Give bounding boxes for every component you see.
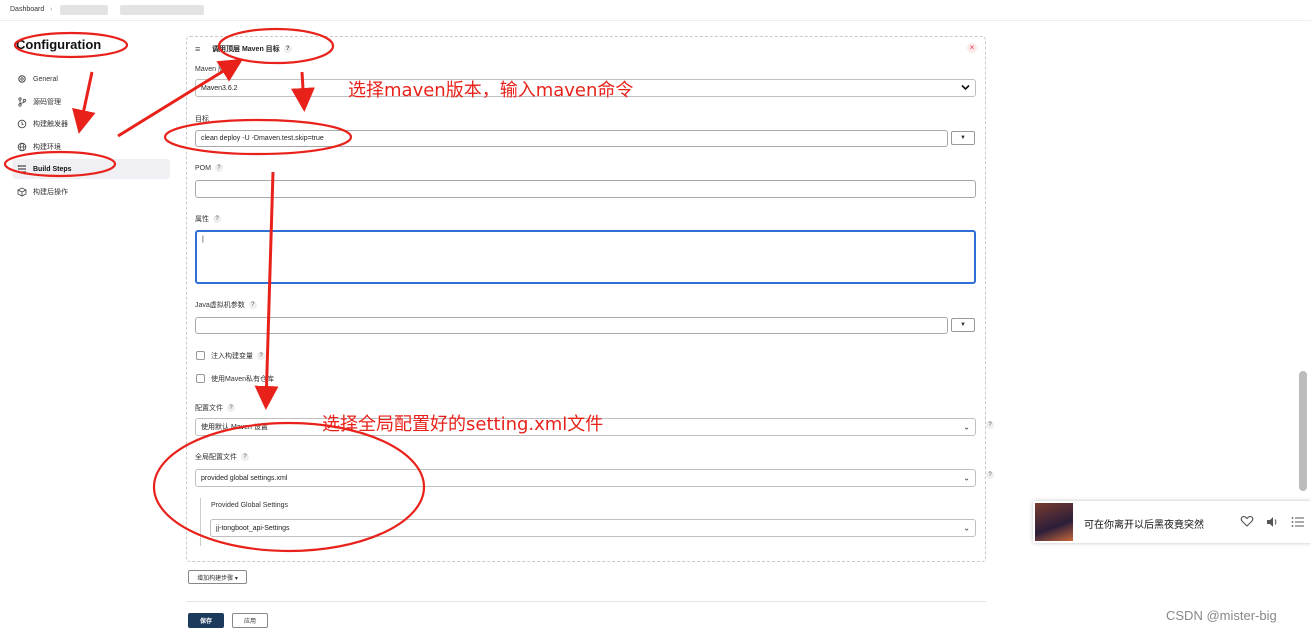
scrollbar-thumb[interactable] xyxy=(1299,371,1307,491)
music-player: 可在你离开以后黑夜竟突然 xyxy=(1033,501,1311,543)
annotation-circle-global-settings xyxy=(152,421,426,553)
annotation-arrow-to-build-steps xyxy=(72,71,96,134)
watermark: CSDN @mister-big xyxy=(1166,608,1277,623)
playlist-icon[interactable] xyxy=(1291,515,1305,531)
volume-icon[interactable] xyxy=(1265,515,1279,531)
annotation-circle-build-steps xyxy=(3,150,117,178)
song-title: 可在你离开以后黑夜竟突然 xyxy=(1084,520,1204,531)
annotation-text-maven: 选择maven版本，输入maven命令 xyxy=(348,80,634,101)
annotation-arrow-to-step-title xyxy=(117,58,244,138)
annotation-circle-step-title xyxy=(217,27,335,65)
annotation-circle-goals xyxy=(163,118,353,156)
album-art[interactable] xyxy=(1035,503,1073,541)
annotation-arrow-to-settings xyxy=(254,171,279,410)
annotation-text-settings: 选择全局配置好的setting.xml文件 xyxy=(322,414,604,435)
annotation-circle-configuration xyxy=(13,31,129,59)
annotation-arrow-to-goals xyxy=(290,71,315,112)
heart-icon[interactable] xyxy=(1240,514,1254,530)
